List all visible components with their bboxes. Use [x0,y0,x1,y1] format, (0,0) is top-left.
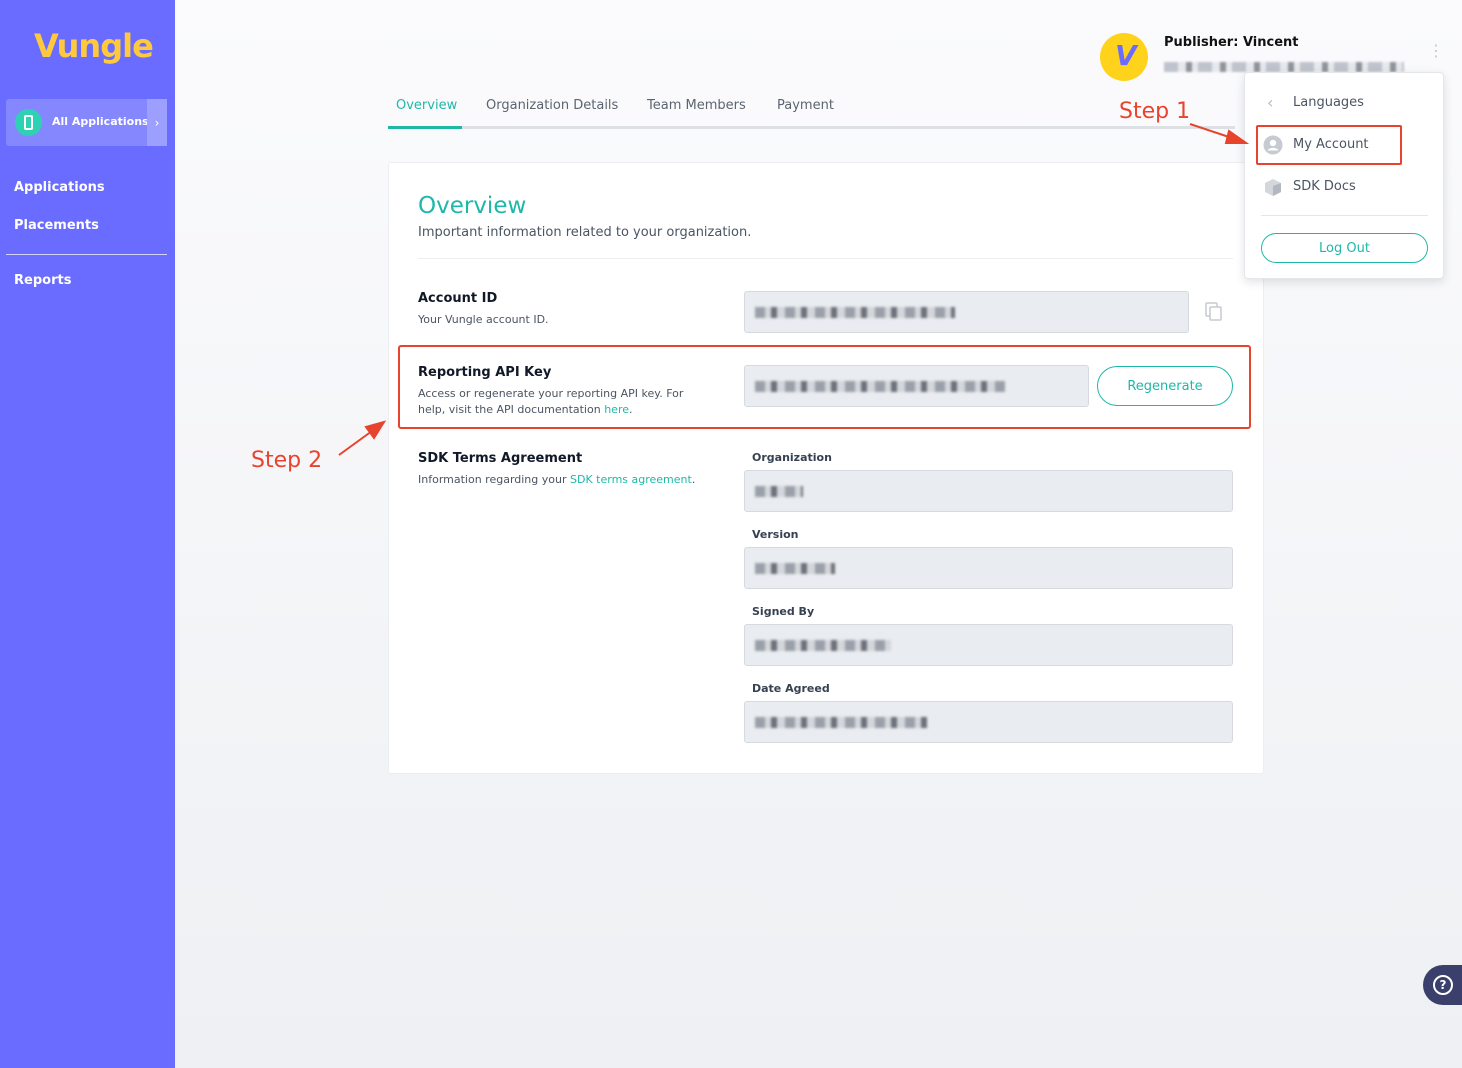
publisher-email-redacted [1164,62,1404,72]
vungle-logo[interactable]: Vungle [34,27,154,65]
account-id-desc: Your Vungle account ID. [418,313,549,326]
page-title: Overview [418,193,527,219]
tab-organization-details[interactable]: Organization Details [486,98,618,113]
sidebar-divider [6,254,167,255]
card-divider [418,258,1233,259]
sdk-terms-desc: Information regarding your SDK terms agr… [418,473,696,486]
app-switcher-label: All Applications [52,115,149,128]
copy-icon[interactable] [1205,302,1223,322]
menu-divider [1261,215,1428,216]
all-applications-switcher[interactable]: All Applications › [6,99,167,146]
signed-by-label: Signed By [752,605,815,618]
phone-icon [15,109,42,136]
sdk-box-icon [1265,179,1281,196]
account-id-field[interactable] [744,291,1189,333]
menu-item-sdk-docs[interactable]: SDK Docs [1293,179,1356,194]
tab-overview[interactable]: Overview [396,98,457,113]
version-label: Version [752,528,799,541]
organization-label: Organization [752,451,832,464]
more-options-icon[interactable]: ⋮ [1428,43,1444,66]
avatar[interactable]: V [1100,33,1148,81]
question-icon: ? [1433,975,1453,995]
step1-highlight-box [1256,125,1402,165]
log-out-button[interactable]: Log Out [1261,233,1428,263]
page-subtitle: Important information related to your or… [418,225,752,240]
menu-item-languages[interactable]: Languages [1293,95,1364,110]
sidebar-item-applications[interactable]: Applications [14,180,105,195]
date-agreed-label: Date Agreed [752,682,830,695]
tab-bar: Overview Organization Details Team Membe… [388,98,1235,130]
help-button[interactable]: ? [1423,965,1462,1005]
avatar-logo-icon: V [1115,39,1137,72]
chevron-left-icon[interactable]: ‹ [1267,93,1273,112]
tab-payment[interactable]: Payment [777,98,834,113]
account-id-title: Account ID [418,291,498,306]
step2-arrow [338,420,387,456]
signed-by-field[interactable] [744,624,1233,666]
sdk-terms-link[interactable]: SDK terms agreement [570,473,692,486]
organization-field[interactable] [744,470,1233,512]
account-dropdown-menu: ‹ Languages My Account SDK Docs Log Out [1244,72,1444,279]
sidebar-item-placements[interactable]: Placements [14,218,99,233]
chevron-right-icon[interactable]: › [147,99,167,146]
step2-highlight-box [398,345,1251,429]
step2-label: Step 2 [251,448,323,473]
sidebar-item-reports[interactable]: Reports [14,273,71,288]
sdk-terms-title: SDK Terms Agreement [418,451,583,466]
sidebar: Vungle All Applications › Applications P… [0,0,175,1068]
date-agreed-field[interactable] [744,701,1233,743]
version-field[interactable] [744,547,1233,589]
step1-label: Step 1 [1119,99,1191,124]
publisher-name: Publisher: Vincent [1164,35,1299,50]
tab-team-members[interactable]: Team Members [647,98,746,113]
